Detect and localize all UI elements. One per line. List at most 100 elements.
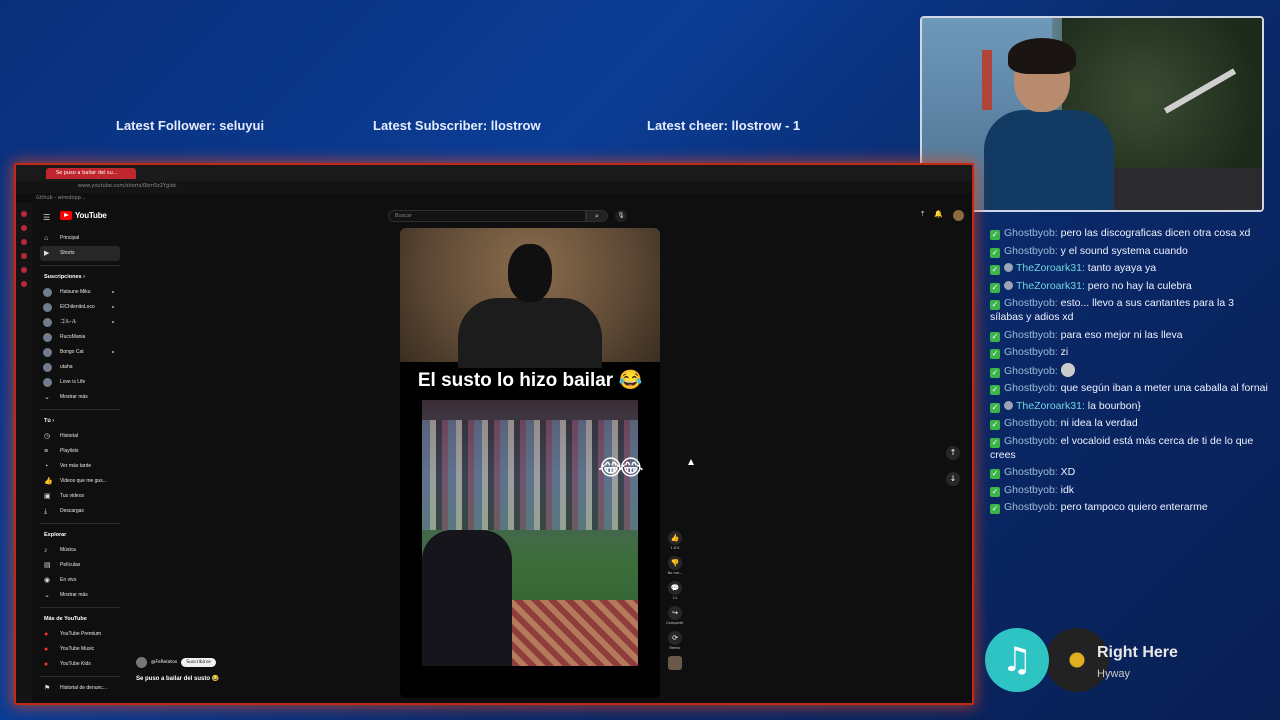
avatar: [43, 288, 52, 297]
youtube-play-icon: [60, 211, 72, 220]
browser-sidebar: [16, 203, 32, 703]
short-video-player[interactable]: El susto lo hizo bailar 😂 😂 😂: [400, 228, 660, 698]
latest-follower: Latest Follower: seluyui: [116, 118, 265, 133]
sidebar-app-icon[interactable]: [21, 281, 27, 287]
subscription-item[interactable]: Hatsune Miku: [40, 285, 120, 300]
url-text[interactable]: www.youtube.com/shorts/0km5z2Ygidc: [78, 183, 177, 189]
sidebar-heading-suscripciones[interactable]: Suscripciones ›: [40, 270, 120, 285]
channel-info: @FeRelatos Suscribirse: [136, 657, 216, 668]
sidebar-item-liked[interactable]: 👍 Videos que me gus...: [40, 474, 120, 489]
voice-search-button[interactable]: 🎙: [615, 210, 627, 222]
song-artist: Hyway: [1097, 668, 1131, 680]
sound-thumbnail[interactable]: [665, 656, 685, 670]
previous-short-button[interactable]: ↑: [946, 446, 960, 460]
youtube-logo[interactable]: YouTube: [60, 211, 107, 220]
badge-icon: [1004, 263, 1013, 272]
remix-button[interactable]: ⟳ Remix: [665, 631, 685, 650]
sidebar-item-tus-videos[interactable]: ▣ Tus videos: [40, 489, 120, 504]
chat-message: ✓ Ghostbyob: pero tampoco quiero enterarm…: [990, 501, 1208, 514]
sidebar-item-peliculas[interactable]: ▤ Películas: [40, 558, 120, 573]
chat-message: ✓ Ghostbyob: zi: [990, 346, 1069, 359]
subscription-item[interactable]: Bongo Cat: [40, 345, 120, 360]
address-bar[interactable]: www.youtube.com/shorts/0km5z2Ygidc: [16, 181, 972, 193]
sidebar-item-music[interactable]: ● YouTube Music: [40, 642, 120, 657]
sidebar-app-icon[interactable]: [21, 225, 27, 231]
avatar: [43, 378, 52, 387]
dislike-button[interactable]: 👎 No me...: [665, 556, 685, 575]
avatar[interactable]: [953, 210, 964, 221]
chat-message: ✓ Ghostbyob: XD: [990, 466, 1076, 479]
history-icon: ◷: [44, 433, 51, 440]
subscription-item[interactable]: ElChilenitoLoco: [40, 300, 120, 315]
mic-icon: 🎙: [617, 212, 625, 219]
video-top-frame: [400, 228, 660, 368]
stream-chat: ✓ Ghostbyob: pero las discograficas dicen…: [990, 226, 1270, 518]
bell-icon[interactable]: 🔔: [934, 210, 943, 221]
remix-icon: ⟳: [668, 631, 682, 645]
sidebar-item-ver-mas-tarde[interactable]: ◔ Ver más tarde: [40, 459, 120, 474]
share-icon: ↪: [668, 606, 682, 620]
subscription-item[interactable]: utaha: [40, 360, 120, 375]
sidebar-item-en-vivo[interactable]: ◉ En vivo: [40, 573, 120, 588]
chat-message: ✓ TheZoroark31: la bourbon}: [990, 399, 1141, 413]
comment-icon: 💬: [668, 581, 682, 595]
youtube-music-icon: ●: [44, 646, 49, 653]
playlist-icon: ≡: [44, 448, 49, 455]
sidebar-app-icon[interactable]: [21, 211, 27, 217]
short-actions: 👍 1.6 K 👎 No me... 💬 11 ↪ Compartir ⟳ Remix: [665, 531, 685, 676]
browser-window: Se puso a bailar del su... www.youtube.c…: [14, 163, 974, 705]
arrow-up-icon: ↑: [949, 448, 957, 457]
video-description: Se puso a bailar del susto 😂: [136, 676, 220, 682]
browser-tab[interactable]: Se puso a bailar del su...: [46, 168, 136, 179]
like-icon: 👍: [44, 478, 53, 485]
chat-message: ✓ Ghostbyob: esto... llevo a sus cantante…: [990, 297, 1234, 323]
subscription-item[interactable]: ゴル-ル: [40, 315, 120, 330]
youtube-sidebar: ⌂ Principal ▶ Shorts Suscripciones › Hatsu…: [40, 231, 120, 696]
subscribe-button[interactable]: Suscribirse: [181, 658, 216, 667]
avatar[interactable]: [136, 657, 147, 668]
show-more-button[interactable]: ⌄ Mostrar más: [40, 588, 120, 603]
show-more-button[interactable]: ⌄ Mostrar más: [40, 390, 120, 405]
stream-alerts: Latest Follower: seluyui Latest Subscrib…: [0, 118, 900, 138]
sidebar-item-descargas[interactable]: ⤓ Descargas: [40, 504, 120, 519]
sidebar-item-historial[interactable]: ◷ Historial: [40, 429, 120, 444]
sidebar-item-playlists[interactable]: ≡ Playlists: [40, 444, 120, 459]
sidebar-item-principal[interactable]: ⌂ Principal: [40, 231, 120, 246]
comments-button[interactable]: 💬 11: [665, 581, 685, 600]
dislike-icon: 👎: [668, 556, 682, 570]
channel-name[interactable]: @FeRelatos: [151, 660, 177, 665]
sidebar-item-kids[interactable]: ● YouTube Kids: [40, 657, 120, 672]
sidebar-item-premium[interactable]: ● YouTube Premium: [40, 627, 120, 642]
sidebar-heading-tu[interactable]: Tú ›: [40, 414, 120, 429]
sidebar-app-icon[interactable]: [21, 267, 27, 273]
share-button[interactable]: ↪ Compartir: [665, 606, 685, 625]
hamburger-menu-icon[interactable]: ☰: [43, 213, 50, 222]
search-input[interactable]: Buscar: [388, 210, 586, 222]
like-button[interactable]: 👍 1.6 K: [665, 531, 685, 550]
mouse-cursor-icon: [688, 459, 694, 465]
emote-icon: [1060, 362, 1075, 377]
header-actions: ⤒ 🔔: [921, 210, 964, 221]
subscription-item[interactable]: Love is Life: [40, 375, 120, 390]
video-icon: ▣: [44, 493, 51, 500]
sidebar-item-musica[interactable]: ♪ Música: [40, 543, 120, 558]
video-scene: 😂 😂: [422, 400, 644, 666]
search-icon: ⌕: [595, 212, 599, 220]
like-icon: 👍: [668, 531, 682, 545]
subscription-item[interactable]: RucoMania: [40, 330, 120, 345]
search-button[interactable]: ⌕: [586, 210, 608, 222]
now-playing: ♫ Right Here Hyway: [985, 628, 1275, 698]
sidebar-item-shorts[interactable]: ▶ Shorts: [40, 246, 120, 261]
music-note-icon: ♫: [985, 628, 1049, 692]
sidebar-app-icon[interactable]: [21, 239, 27, 245]
song-title: Right Here: [1097, 644, 1178, 661]
bookmarks-bar: Github - wiredopp...: [16, 193, 972, 203]
arrow-down-icon: ↓: [949, 474, 957, 483]
tab-bar: Se puso a bailar del su...: [16, 165, 972, 181]
upload-icon[interactable]: ⤒: [921, 210, 924, 221]
next-short-button[interactable]: ↓: [946, 472, 960, 486]
flag-icon: ⚑: [44, 685, 51, 692]
bookmark-item[interactable]: Github - wiredopp...: [36, 195, 86, 201]
sidebar-item-historial-denuncias[interactable]: ⚑ Historial de denunc...: [40, 681, 120, 696]
sidebar-app-icon[interactable]: [21, 253, 27, 259]
